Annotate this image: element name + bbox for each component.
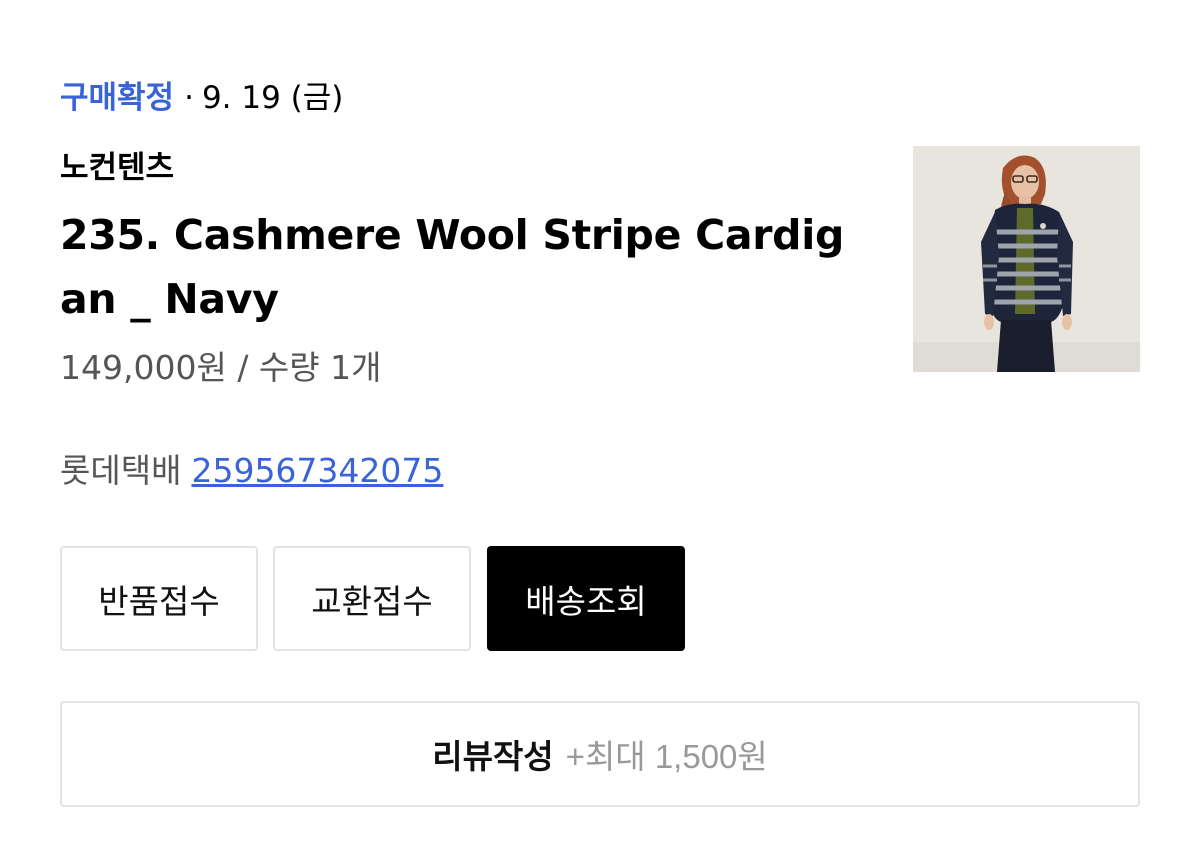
- product-thumbnail[interactable]: [913, 146, 1140, 372]
- order-status-line: 구매확정 · 9. 19 (금): [60, 76, 343, 120]
- order-date: 9. 19 (금): [201, 80, 344, 116]
- status-separator: ·: [184, 80, 194, 116]
- product-name[interactable]: 235. Cashmere Wool Stripe Cardigan _ Nav…: [60, 203, 860, 331]
- track-shipment-button[interactable]: 배송조회: [487, 546, 685, 651]
- order-status-label: 구매확정: [60, 80, 175, 116]
- write-review-button[interactable]: 리뷰작성 +최대 1,500원: [60, 701, 1140, 807]
- price-quantity: 149,000원 / 수량 1개: [60, 348, 382, 387]
- review-reward-text: +최대 1,500원: [565, 738, 768, 775]
- carrier-name: 롯데택배: [60, 451, 182, 490]
- exchange-request-button[interactable]: 교환접수: [273, 546, 471, 651]
- shipping-info: 롯데택배 259567342075: [60, 448, 443, 494]
- brand-name[interactable]: 노컨텐츠: [60, 146, 174, 190]
- return-request-button[interactable]: 반품접수: [60, 546, 258, 651]
- product-photo: [913, 146, 1140, 372]
- write-review-label: 리뷰작성: [432, 738, 554, 775]
- tracking-number-link[interactable]: 259567342075: [191, 451, 443, 490]
